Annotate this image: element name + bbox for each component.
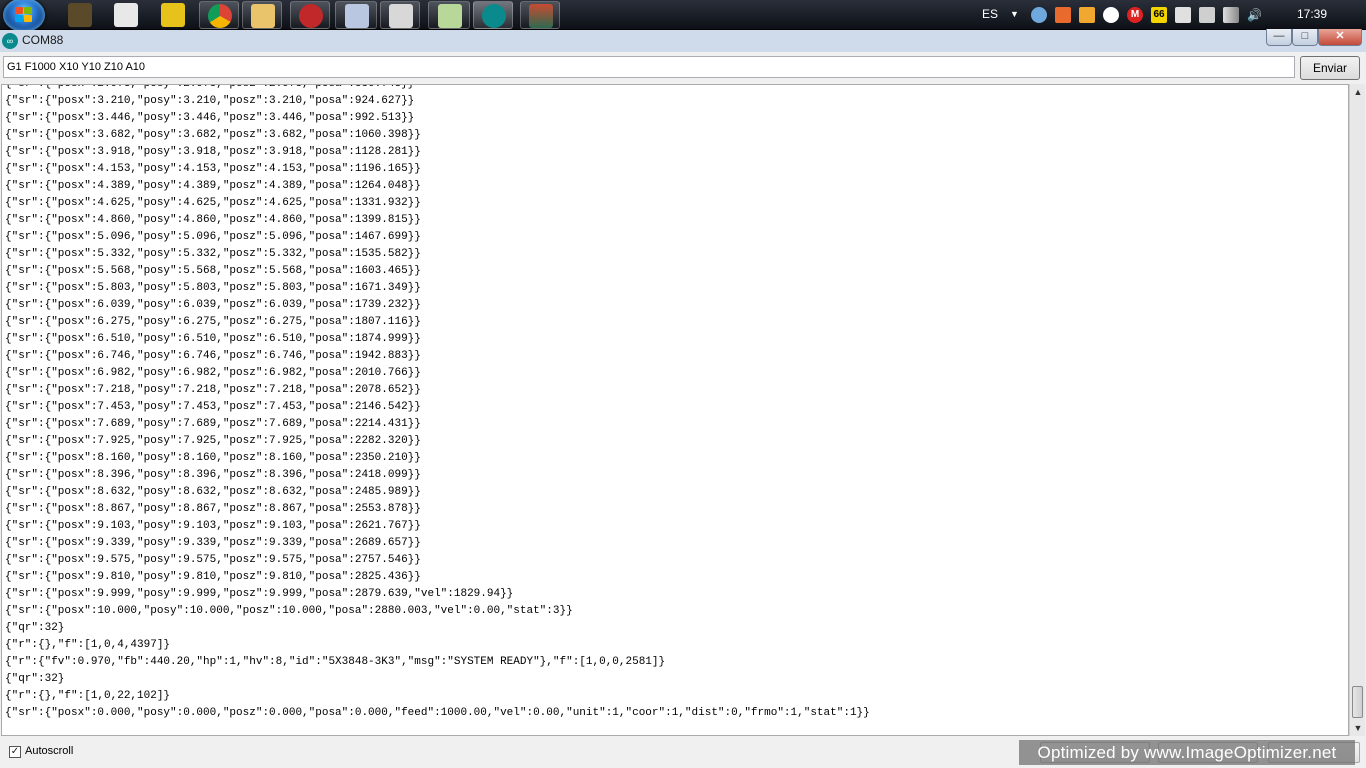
serial-output-line: {"sr":{"posx":4.860,"posy":4.860,"posz":… bbox=[5, 214, 421, 226]
bug-icon bbox=[299, 4, 323, 28]
network-signal-icon[interactable] bbox=[1223, 7, 1239, 23]
window-title: COM88 bbox=[22, 33, 64, 47]
serial-output-area[interactable]: {"sr":{"posx":2.975,"posy":2.975,"posz":… bbox=[1, 84, 1349, 736]
scroll-up-icon[interactable]: ▲ bbox=[1350, 84, 1366, 100]
status-bar: ✓ Autoscroll Optimized by www.ImageOptim… bbox=[0, 737, 1366, 768]
serial-output-line: {"sr":{"posx":2.975,"posy":2.975,"posz":… bbox=[5, 84, 415, 90]
mail-m-icon[interactable]: M bbox=[1127, 7, 1143, 23]
serial-output-line: {"sr":{"posx":7.218,"posy":7.218,"posz":… bbox=[5, 384, 421, 396]
minimize-button[interactable]: — bbox=[1266, 29, 1292, 46]
chat-icon bbox=[438, 4, 462, 28]
windows-logo-icon bbox=[15, 7, 33, 23]
app-icon-1[interactable] bbox=[68, 3, 92, 27]
arduino-icon bbox=[482, 4, 506, 28]
serial-output-line: {"sr":{"posx":4.389,"posy":4.389,"posz":… bbox=[5, 180, 421, 192]
serial-output-line: {"sr":{"posx":4.153,"posy":4.153,"posz":… bbox=[5, 163, 421, 175]
window-titlebar[interactable]: ∞ COM88 — □ ✕ bbox=[0, 29, 1366, 52]
serial-output-line: {"sr":{"posx":8.632,"posy":8.632,"posz":… bbox=[5, 486, 421, 498]
app-taskbar-button-doc[interactable] bbox=[335, 1, 377, 29]
app-taskbar-button-stack[interactable] bbox=[520, 1, 560, 29]
clock[interactable]: 17:39 bbox=[1297, 7, 1327, 21]
notepad-icon[interactable] bbox=[114, 3, 138, 27]
chrome-icon bbox=[208, 4, 232, 28]
stack-icon bbox=[529, 4, 553, 28]
watermark-overlay: Optimized by www.ImageOptimizer.net bbox=[1019, 740, 1355, 765]
explorer-taskbar-button[interactable] bbox=[242, 1, 282, 29]
serial-output-line: {"sr":{"posx":5.568,"posy":5.568,"posz":… bbox=[5, 265, 421, 277]
serial-output-line: {"sr":{"posx":3.446,"posy":3.446,"posz":… bbox=[5, 112, 415, 124]
maximize-button[interactable]: □ bbox=[1292, 29, 1318, 46]
serial-output-line: {"sr":{"posx":6.982,"posy":6.982,"posz":… bbox=[5, 367, 421, 379]
serial-output-line: {"sr":{"posx":5.332,"posy":5.332,"posz":… bbox=[5, 248, 421, 260]
serial-output-line: {"sr":{"posx":8.867,"posy":8.867,"posz":… bbox=[5, 503, 421, 515]
cloud-icon[interactable] bbox=[1103, 7, 1119, 23]
app-taskbar-button-console[interactable] bbox=[380, 1, 420, 29]
app-tray-icon-yellow[interactable] bbox=[1079, 7, 1095, 23]
vertical-scrollbar[interactable]: ▲ ▼ bbox=[1349, 84, 1365, 736]
serial-output-line: {"qr":32} bbox=[5, 622, 65, 634]
serial-output-line: {"sr":{"posx":9.810,"posy":9.810,"posz":… bbox=[5, 571, 421, 583]
folder-icon bbox=[251, 4, 275, 28]
serial-output-line: {"sr":{"posx":10.000,"posy":10.000,"posz… bbox=[5, 605, 573, 617]
start-button[interactable] bbox=[3, 0, 45, 32]
serial-output-line: {"sr":{"posx":9.999,"posy":9.999,"posz":… bbox=[5, 588, 514, 600]
serial-output-line: {"sr":{"posx":8.396,"posy":8.396,"posz":… bbox=[5, 469, 421, 481]
badge-66-icon[interactable]: 66 bbox=[1151, 7, 1167, 23]
volume-icon[interactable]: 🔊 bbox=[1247, 7, 1263, 23]
serial-output-line: {"sr":{"posx":6.746,"posy":6.746,"posz":… bbox=[5, 350, 421, 362]
serial-output-line: {"sr":{"posx":7.689,"posy":7.689,"posz":… bbox=[5, 418, 421, 430]
arduino-app-icon: ∞ bbox=[2, 33, 18, 49]
cloud-upload-icon[interactable] bbox=[1031, 7, 1047, 23]
serial-output-line: {"sr":{"posx":9.339,"posy":9.339,"posz":… bbox=[5, 537, 421, 549]
autoscroll-checkbox[interactable]: ✓ bbox=[9, 746, 21, 758]
serial-output-line: {"sr":{"posx":6.510,"posy":6.510,"posz":… bbox=[5, 333, 421, 345]
language-indicator[interactable]: ES bbox=[982, 7, 998, 21]
arduino-taskbar-button[interactable] bbox=[473, 1, 513, 29]
windows-taskbar: ES ▼ M 66 🔊 17:39 bbox=[0, 0, 1366, 32]
serial-output-line: {"r":{},"f":[1,0,22,102]} bbox=[5, 690, 171, 702]
console-icon bbox=[389, 4, 413, 28]
chrome-taskbar-button[interactable] bbox=[199, 1, 239, 29]
serial-output-line: {"sr":{"posx":9.575,"posy":9.575,"posz":… bbox=[5, 554, 421, 566]
serial-output-line: {"sr":{"posx":0.000,"posy":0.000,"posz":… bbox=[5, 707, 870, 719]
flag-tray-icon[interactable] bbox=[1175, 7, 1191, 23]
serial-command-input[interactable] bbox=[3, 56, 1295, 78]
serial-output-line: {"sr":{"posx":9.103,"posy":9.103,"posz":… bbox=[5, 520, 421, 532]
serial-output-line: {"r":{},"f":[1,0,4,4397]} bbox=[5, 639, 171, 651]
serial-output-line: {"sr":{"posx":3.682,"posy":3.682,"posz":… bbox=[5, 129, 421, 141]
serial-output-text: {"sr":{"posx":2.975,"posy":2.975,"posz":… bbox=[5, 84, 870, 722]
serial-output-line: {"sr":{"posx":6.275,"posy":6.275,"posz":… bbox=[5, 316, 421, 328]
serial-output-line: {"sr":{"posx":3.210,"posy":3.210,"posz":… bbox=[5, 95, 415, 107]
serial-output-line: {"qr":32} bbox=[5, 673, 65, 685]
serial-output-line: {"sr":{"posx":5.803,"posy":5.803,"posz":… bbox=[5, 282, 421, 294]
serial-output-line: {"sr":{"posx":7.453,"posy":7.453,"posz":… bbox=[5, 401, 421, 413]
app-taskbar-button-chat[interactable] bbox=[428, 1, 470, 29]
app-taskbar-button-red[interactable] bbox=[290, 1, 330, 29]
scroll-down-icon[interactable]: ▼ bbox=[1350, 720, 1366, 736]
tray-expand-icon[interactable]: ▼ bbox=[1010, 9, 1019, 19]
serial-output-line: {"r":{"fv":0.970,"fb":440.20,"hp":1,"hv"… bbox=[5, 656, 666, 668]
scroll-thumb[interactable] bbox=[1352, 686, 1363, 718]
serial-output-line: {"sr":{"posx":6.039,"posy":6.039,"posz":… bbox=[5, 299, 421, 311]
serial-output-line: {"sr":{"posx":3.918,"posy":3.918,"posz":… bbox=[5, 146, 421, 158]
command-row: Enviar bbox=[0, 52, 1366, 84]
autoscroll-label: Autoscroll bbox=[25, 745, 74, 757]
serial-output-line: {"sr":{"posx":7.925,"posy":7.925,"posz":… bbox=[5, 435, 421, 447]
device-tray-icon[interactable] bbox=[1199, 7, 1215, 23]
serial-output-line: {"sr":{"posx":5.096,"posy":5.096,"posz":… bbox=[5, 231, 421, 243]
app-icon-3[interactable] bbox=[161, 3, 185, 27]
document-icon bbox=[345, 4, 369, 28]
app-tray-icon-orange[interactable] bbox=[1055, 7, 1071, 23]
send-button[interactable]: Enviar bbox=[1300, 56, 1360, 80]
close-button[interactable]: ✕ bbox=[1318, 29, 1362, 46]
serial-output-line: {"sr":{"posx":8.160,"posy":8.160,"posz":… bbox=[5, 452, 421, 464]
serial-output-line: {"sr":{"posx":4.625,"posy":4.625,"posz":… bbox=[5, 197, 421, 209]
